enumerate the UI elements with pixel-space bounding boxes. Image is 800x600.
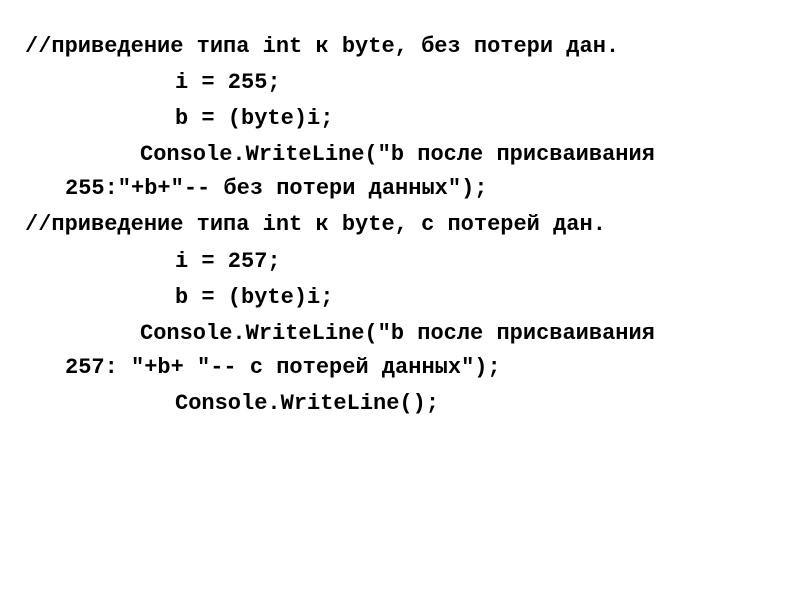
code-console-writeline-empty: Console.WriteLine();	[25, 387, 775, 421]
code-assign-i-257: i = 257;	[25, 245, 775, 279]
code-console-write-1b: 255:"+b+"-- без потери данных");	[25, 172, 775, 206]
code-assign-b-cast-2: b = (byte)i;	[25, 281, 775, 315]
code-console-write-1a: Console.WriteLine("b после присваивания	[25, 138, 775, 172]
code-assign-b-cast-1: b = (byte)i;	[25, 102, 775, 136]
code-comment-2: //приведение типа int к byte, с потерей …	[25, 208, 775, 242]
code-comment-1: //приведение типа int к byte, без потери…	[25, 30, 775, 64]
code-console-write-2b: 257: "+b+ "-- с потерей данных");	[25, 351, 775, 385]
code-console-write-2a: Console.WriteLine("b после присваивания	[25, 317, 775, 351]
code-assign-i-255: i = 255;	[25, 66, 775, 100]
